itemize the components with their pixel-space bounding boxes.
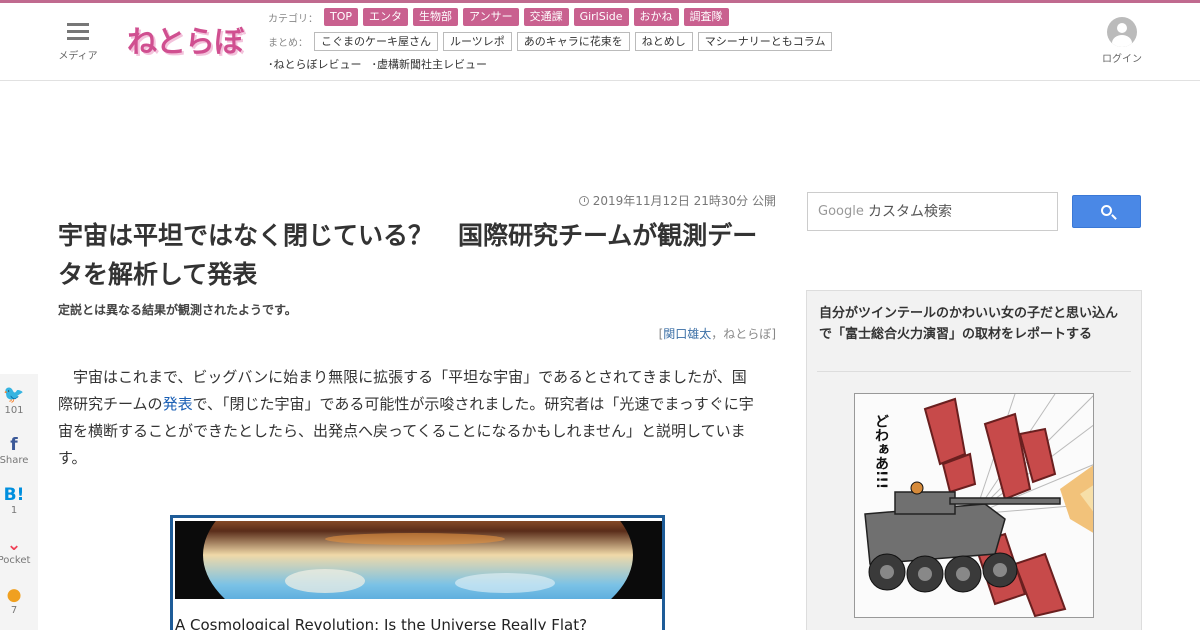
share-facebook[interactable]: f Share (0, 436, 38, 468)
media-menu-label: メディア (58, 51, 98, 62)
share-bar: 🐦 101 f Share B! 1 ⌄ Pocket ● 7 (0, 374, 38, 630)
pocket-label: Pocket (0, 555, 31, 566)
category-chosatai[interactable]: 調査隊 (683, 8, 729, 26)
site-header: メディア ねとらぼ カテゴリ： TOP エンタ 生物部 アンサー 交通課 Gir… (0, 3, 1200, 81)
site-logo[interactable]: ねとらぼ (127, 17, 244, 61)
hatena-icon: B! (3, 485, 25, 505)
login-label: ログイン (1102, 54, 1142, 65)
category-nav: カテゴリ： TOP エンタ 生物部 アンサー 交通課 GirlSide おかね … (268, 8, 734, 26)
search-input[interactable] (868, 201, 1048, 223)
sidebar-divider (817, 371, 1131, 372)
summary-netomeshi[interactable]: ねとめし (634, 32, 693, 51)
publish-date: 2019年11月12日 21時30分 公開 (560, 192, 776, 209)
publish-date-text: 2019年11月12日 21時30分 公開 (592, 194, 776, 208)
share-twitter[interactable]: 🐦 101 (0, 386, 38, 418)
share-hatena[interactable]: B! 1 (0, 486, 38, 518)
article-title: 宇宙は平坦ではなく閉じている？ 国際研究チームが観測データを解析して発表 (58, 221, 758, 289)
clock-icon (578, 196, 589, 206)
summary-machinery[interactable]: マシーナリーともコラム (697, 32, 833, 51)
twitter-icon: 🐦 (3, 385, 25, 405)
review-nav: ･ねとらぼレビュー ･虚構新聞社主レビュー (268, 56, 497, 72)
category-label: カテゴリ： (268, 13, 318, 25)
login-button[interactable]: ログイン (1096, 17, 1148, 65)
facebook-icon: f (10, 435, 18, 455)
custom-search-box: Google (807, 192, 1058, 231)
announcement-link[interactable]: 発表 (163, 395, 193, 413)
google-label: Google (818, 204, 864, 219)
search-button[interactable] (1072, 195, 1141, 228)
comment-count: 7 (10, 605, 18, 616)
share-comment[interactable]: ● 7 (0, 586, 38, 618)
share-pocket[interactable]: ⌄ Pocket (0, 536, 38, 568)
comment-icon: ● (6, 585, 22, 605)
article-body: 宇宙はこれまで、ビッグバンに始まり無限に拡張する「平坦な宇宙」であるとされてきま… (58, 368, 754, 467)
summary-roots-repo[interactable]: ルーツレポ (443, 32, 512, 51)
hatena-count: 1 (10, 505, 18, 516)
author-link[interactable]: 関口雄太 (663, 327, 711, 341)
byline: [関口雄太，ねとらぼ] (658, 327, 776, 341)
category-answer[interactable]: アンサー (463, 8, 519, 26)
summary-label: まとめ： (268, 38, 308, 49)
sidebar-feature-title[interactable]: 自分がツインテールのかわいい女の子だと思い込んで「富士総合火力演習」の取材をレポ… (819, 303, 1129, 345)
category-kotsuka[interactable]: 交通課 (523, 8, 569, 26)
manga-sound-effect: どわぁあ!!! (873, 414, 889, 489)
review-link-kyoko[interactable]: ･虚構新聞社主レビュー (372, 56, 488, 72)
user-avatar-icon (1107, 17, 1137, 47)
category-okane[interactable]: おかね (633, 8, 679, 26)
review-link-netorabo[interactable]: ･ねとらぼレビュー (268, 56, 362, 72)
facebook-label: Share (0, 455, 29, 466)
embedded-link-card[interactable]: A Cosmological Revolution: Is the Univer… (170, 515, 665, 630)
cmb-map-image (175, 521, 662, 599)
category-enta[interactable]: エンタ (363, 8, 409, 26)
embed-caption: A Cosmological Revolution: Is the Univer… (175, 616, 588, 630)
category-girlside[interactable]: GirlSide (573, 8, 629, 26)
summary-nav: まとめ： こぐまのケーキ屋さん ルーツレポ あのキャラに花束を ねとめし マシー… (268, 32, 837, 51)
manga-tank-image[interactable]: どわぁあ!!! (854, 393, 1094, 618)
category-seibutsubu[interactable]: 生物部 (413, 8, 459, 26)
article-subtitle: 定説とは異なる結果が観測されたようです。 (58, 303, 297, 317)
summary-hanataba[interactable]: あのキャラに花束を (516, 32, 630, 51)
summary-koguma[interactable]: こぐまのケーキ屋さん (314, 32, 438, 51)
category-top[interactable]: TOP (324, 8, 359, 26)
twitter-count: 101 (4, 405, 24, 416)
hamburger-icon (67, 23, 89, 41)
byline-outlet: ねとらぼ (723, 327, 772, 341)
sidebar-feature[interactable]: 自分がツインテールのかわいい女の子だと思い込んで「富士総合火力演習」の取材をレポ… (806, 290, 1142, 630)
media-menu-button[interactable]: メディア (55, 23, 101, 67)
pocket-icon: ⌄ (6, 535, 22, 555)
search-icon (1101, 205, 1112, 216)
